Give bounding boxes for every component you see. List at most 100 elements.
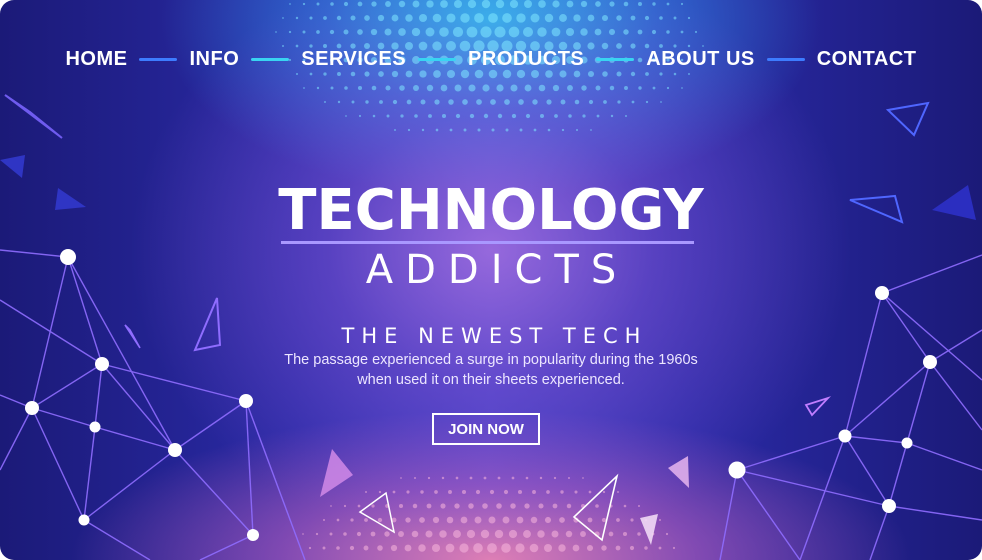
halftone-dot [480,26,492,38]
halftone-dot [413,476,417,480]
halftone-dot [455,113,461,119]
halftone-dot [413,85,419,91]
halftone-dot [398,28,406,36]
halftone-dot [406,99,412,105]
halftone-dot [323,16,327,20]
halftone-dot [405,517,411,523]
halftone-dot [638,86,642,90]
halftone-dot [330,2,334,6]
halftone-dot [524,84,532,92]
halftone-dot [532,490,536,494]
halftone-dot [378,490,382,494]
halftone-dot [518,99,524,105]
halftone-dot [336,518,340,522]
halftone-dot [595,504,599,508]
halftone-dot [508,26,520,38]
halftone-dot [459,543,469,553]
halftone-dot [659,16,663,20]
halftone-dot [343,504,347,508]
halftone-dot [494,529,504,539]
halftone-dot [561,128,565,132]
halftone-dot [651,29,657,35]
halftone-dot [609,1,615,7]
halftone-dot [439,530,447,538]
halftone-dot [377,14,385,22]
halftone-dot [551,27,561,37]
halftone-dot [329,29,335,35]
halftone-dot [377,517,383,523]
halftone-dot [426,84,434,92]
nav-separator [139,57,178,61]
halftone-dot [322,518,326,522]
halftone-dot [596,114,600,118]
halftone-dot [610,114,614,118]
halftone-dot [440,84,448,92]
halftone-dot [580,28,588,36]
nav-services[interactable]: SERVICES [301,48,406,71]
halftone-dot [392,490,396,494]
halftone-dot [445,543,455,553]
halftone-dot [303,87,305,89]
halftone-dot [363,545,369,551]
nav-info[interactable]: INFO [189,48,239,71]
halftone-dot [365,491,367,493]
halftone-dot [666,2,670,6]
halftone-dot [365,100,369,104]
halftone-dot [538,84,546,92]
halftone-dot [538,503,544,509]
halftone-dot [452,26,464,38]
halftone-dot [546,99,552,105]
halftone-dot [468,84,476,92]
halftone-dot [551,530,559,538]
halftone-dot [385,85,391,91]
halftone-dot [497,113,503,119]
halftone-dot [566,0,574,8]
halftone-dot [588,99,594,105]
nav-contact[interactable]: CONTACT [817,48,917,71]
halftone-dot [428,114,432,118]
halftone-dot [623,29,629,35]
halftone-dot [660,101,662,103]
halftone-dot [602,490,606,494]
halftone-dot [399,85,405,91]
halftone-dot [295,16,299,20]
halftone-dot [629,545,635,551]
halftone-dot [616,518,620,522]
network-lines-left [0,249,306,560]
halftone-dot [379,100,383,104]
halftone-dot [357,504,361,508]
halftone-dot [481,0,491,9]
halftone-dot [351,100,355,104]
halftone-dot [473,543,483,553]
halftone-dot [517,489,523,495]
halftone-dot [568,114,572,118]
halftone-dot [476,99,482,105]
halftone-dot [554,114,558,118]
halftone-dot [510,503,516,509]
nav-home[interactable]: HOME [65,48,127,71]
halftone-dot [364,15,370,21]
halftone-dot [324,101,326,103]
halftone-dot [587,517,593,523]
join-now-button[interactable]: JOIN NOW [432,413,540,445]
halftone-dot [601,545,607,551]
halftone-dot [330,86,334,90]
halftone-dot [594,28,602,36]
halftone-dot [289,3,291,5]
nav-separator [251,57,290,61]
halftone-dot [522,26,534,38]
halftone-dot [659,519,661,521]
halftone-dot [453,0,463,9]
halftone-dot [469,113,475,119]
nav-products[interactable]: PRODUCTS [468,48,584,71]
halftone-dot [645,100,649,104]
hero-subtitle: ADDICTS [365,247,629,293]
halftone-dot [308,546,312,550]
halftone-dot [432,13,442,23]
halftone-dot [552,0,560,8]
nav-about-us[interactable]: ABOUT US [646,48,754,71]
halftone-dot [644,546,648,550]
halftone-dot [440,503,446,509]
halftone-dot [322,546,326,550]
halftone-dot [559,517,565,523]
